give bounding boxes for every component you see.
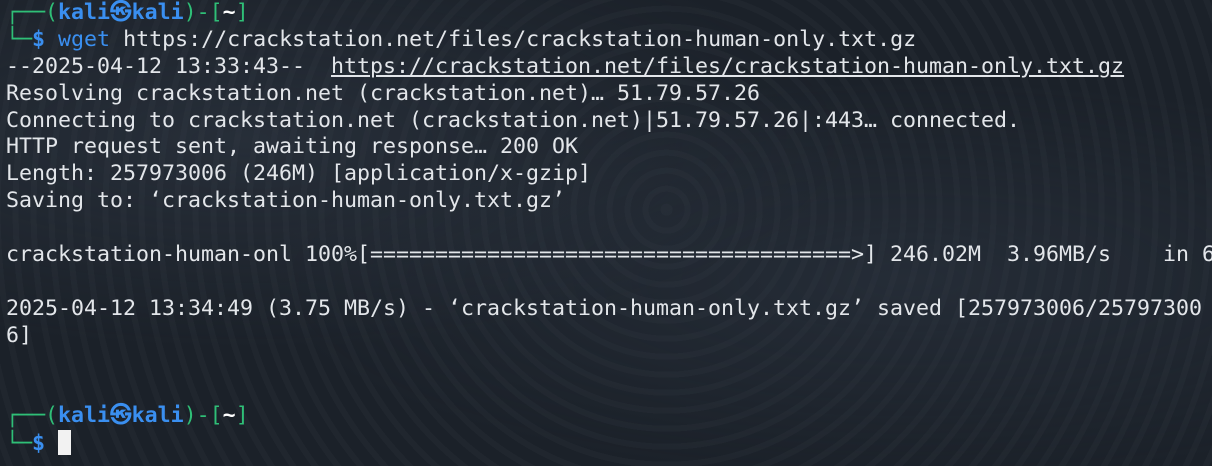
command-program: wget — [58, 26, 111, 52]
output-timestamp-line: --2025-04-12 13:33:43-- https://cracksta… — [6, 54, 1206, 81]
prompt-cwd: ~ — [222, 0, 236, 25]
prompt-frame-bottom: └─ — [6, 26, 33, 52]
output-http: HTTP request sent, awaiting response… 20… — [6, 134, 579, 160]
prompt-host: kali — [131, 403, 184, 429]
output-url-link[interactable]: https://crackstation.net/files/crackstat… — [331, 54, 1124, 79]
output-progress: crackstation-human-onl 100%[============… — [6, 242, 1212, 268]
prompt-frame-close: ] — [235, 403, 249, 429]
prompt-user: kali — [58, 403, 111, 429]
text-cursor[interactable] — [58, 430, 72, 456]
prompt-host: kali — [131, 0, 184, 25]
prompt-frame-open: ┌──( — [6, 403, 59, 429]
terminal-window[interactable]: ┌──(kali㉿kali)-[~] └─$ wget https://crac… — [6, 0, 1212, 457]
output-length: Length: 257973006 (246M) [application/x-… — [6, 161, 592, 187]
output-connecting: Connecting to crackstation.net (cracksta… — [6, 107, 1021, 133]
output-resolving: Resolving crackstation.net (crackstation… — [6, 80, 761, 106]
prompt-frame-open: ┌──( — [6, 0, 59, 25]
prompt-frame-close: ] — [235, 0, 249, 25]
prompt-dollar: $ — [32, 431, 46, 457]
output-saving: Saving to: ‘crackstation-human-only.txt.… — [6, 188, 566, 214]
prompt-at-symbol: ㉿ — [110, 403, 132, 429]
prompt-frame-bottom: └─ — [6, 431, 33, 457]
prompt-frame-mid: )-[ — [183, 403, 223, 429]
prompt-header-line: ┌──(kali㉿kali)-[~] — [6, 403, 1206, 430]
prompt-at-symbol: ㉿ — [110, 0, 132, 25]
command-args: https://crackstation.net/files/crackstat… — [110, 26, 917, 52]
prompt-user: kali — [58, 0, 111, 25]
prompt-dollar: $ — [32, 26, 46, 52]
prompt-frame-mid: )-[ — [183, 0, 223, 25]
active-command-line[interactable]: └─$ — [6, 430, 1206, 457]
command-line: └─$ wget https://crackstation.net/files/… — [6, 27, 1206, 54]
output-saved-1: 2025-04-12 13:34:49 (3.75 MB/s) - ‘crack… — [6, 295, 1203, 321]
output-saved-2: 6] — [6, 322, 33, 348]
prompt-header-line: ┌──(kali㉿kali)-[~] — [6, 0, 1206, 27]
output-timestamp: --2025-04-12 13:33:43-- — [6, 53, 332, 79]
prompt-cwd: ~ — [222, 403, 236, 429]
